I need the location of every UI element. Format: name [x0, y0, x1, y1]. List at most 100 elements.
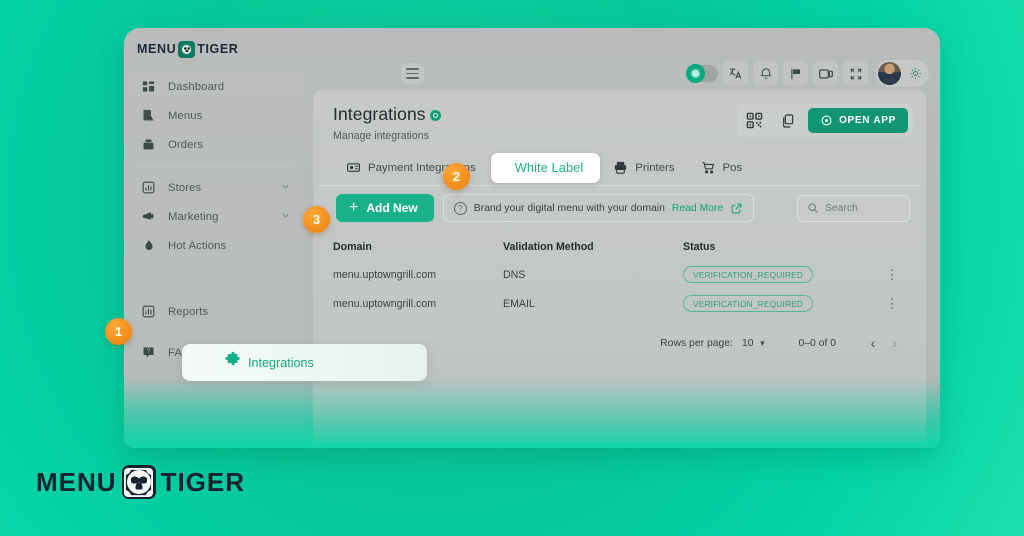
search-box[interactable]: [797, 194, 910, 222]
app-logo-word1: MENU: [137, 42, 177, 56]
tab-label: Printers: [635, 161, 675, 174]
eye-icon: [821, 115, 832, 126]
rows-per-page-select[interactable]: 10 ▼: [742, 338, 766, 349]
app-window: MENU TIGER Dashboard Menus Orders Stores…: [124, 28, 940, 448]
brand-word1: MENU: [36, 466, 117, 497]
tab-pos[interactable]: Pos: [688, 153, 756, 183]
sidebar-item-label: Dashboard: [168, 80, 225, 93]
sidebar-item-orders[interactable]: Orders: [124, 130, 305, 159]
table-row[interactable]: menu.uptowngrill.com EMAIL VERIFICATION_…: [333, 289, 912, 318]
cell-domain: menu.uptowngrill.com: [333, 268, 437, 281]
brand-word2: TIGER: [160, 466, 246, 497]
tablet-device-icon[interactable]: [813, 61, 838, 86]
tab-label: Pos: [722, 161, 743, 174]
domains-table: Domain Validation Method Status menu.upt…: [333, 234, 912, 318]
app-topbar: MENU TIGER: [124, 28, 940, 87]
sidebar-item-reports[interactable]: Reports: [124, 297, 305, 326]
copy-icon[interactable]: [775, 108, 800, 133]
expand-arrows-icon[interactable]: [843, 61, 868, 86]
plus-icon: +: [349, 199, 359, 216]
tab-printers[interactable]: Printers: [600, 153, 687, 183]
dashboard-icon: [140, 78, 157, 95]
avatar-icon: [878, 62, 901, 85]
column-header-validation-method: Validation Method: [503, 241, 594, 253]
search-icon: [807, 202, 819, 214]
hamburger-menu-icon[interactable]: [401, 63, 424, 84]
tiger-qr-icon: [178, 40, 196, 58]
tab-white-label[interactable]: White Label: [490, 152, 601, 183]
app-logo: MENU TIGER: [137, 38, 238, 60]
chevron-down-icon[interactable]: [280, 179, 291, 197]
chevron-down-icon[interactable]: [280, 208, 291, 226]
sidebar-item-label: Integrations: [248, 355, 314, 370]
rows-per-page-value: 10: [741, 337, 754, 349]
sidebar-item-label: Reports: [168, 305, 209, 318]
shopping-cart-icon: [701, 160, 716, 175]
cell-validation-method: EMAIL: [503, 297, 535, 310]
info-dot-icon[interactable]: [429, 110, 441, 121]
user-menu[interactable]: [876, 60, 929, 87]
kebab-menu-icon[interactable]: ⋮: [886, 296, 899, 311]
chevron-right-icon[interactable]: ›: [884, 335, 906, 351]
search-input[interactable]: [825, 202, 900, 214]
tab-bar: Payment Integrations White Label Printer…: [319, 150, 920, 186]
report-chart-icon: [140, 303, 157, 320]
topbar-actions: [686, 60, 929, 87]
menu-book-icon: [140, 107, 157, 124]
payment-card-icon: [346, 160, 361, 175]
page-header-actions: OPEN APP: [737, 104, 913, 137]
puzzle-piece-icon: [224, 351, 242, 374]
open-app-button[interactable]: OPEN APP: [808, 108, 908, 133]
main-content-card: Integrations Manage integrations OPEN AP…: [313, 90, 926, 442]
brand-note-text: Brand your digital menu with your domain: [473, 202, 665, 214]
column-header-status: Status: [683, 241, 716, 253]
page-header: Integrations Manage integrations OPEN AP…: [313, 90, 926, 150]
sidebar: Dashboard Menus Orders Stores Marketing …: [124, 72, 305, 448]
status-badge: VERIFICATION_REQUIRED: [683, 266, 814, 283]
svg-text:?: ?: [147, 348, 151, 355]
add-new-label: Add New: [366, 201, 418, 215]
tiger-qr-icon: [121, 465, 156, 499]
sidebar-item-label: Hot Actions: [168, 239, 227, 252]
question-mark-icon: ?: [453, 201, 467, 215]
gear-icon[interactable]: [905, 64, 925, 84]
column-header-domain: Domain: [333, 241, 372, 253]
bell-icon[interactable]: [753, 61, 778, 86]
store-chart-icon: [140, 179, 157, 196]
page-title-text: Integrations: [333, 104, 426, 124]
sidebar-item-label: Stores: [168, 181, 202, 194]
flame-icon: [140, 237, 157, 254]
tab-label: White Label: [514, 160, 584, 175]
sidebar-item-menus[interactable]: Menus: [124, 101, 305, 130]
sidebar-item-dashboard[interactable]: Dashboard: [124, 72, 305, 101]
sidebar-item-hot-actions[interactable]: Hot Actions: [124, 231, 305, 260]
caret-down-icon: ▼: [758, 338, 767, 348]
brand-domain-note: ? Brand your digital menu with your doma…: [442, 194, 755, 222]
step-badge-3: 3: [303, 206, 330, 233]
sidebar-item-label: Marketing: [168, 210, 219, 223]
status-badge: VERIFICATION_REQUIRED: [683, 295, 814, 312]
step-badge-1: 1: [105, 318, 132, 345]
sidebar-item-stores[interactable]: Stores: [124, 173, 305, 202]
read-more-link[interactable]: Read More: [672, 203, 723, 214]
theme-toggle[interactable]: [686, 64, 718, 83]
sidebar-item-integrations[interactable]: Integrations: [182, 344, 427, 381]
qr-code-icon[interactable]: [742, 108, 767, 133]
table-row[interactable]: menu.uptowngrill.com DNS VERIFICATION_RE…: [333, 260, 912, 289]
pagination-range: 0–0 of 0: [798, 337, 836, 349]
orders-box-icon: [140, 136, 157, 153]
rows-per-page-label: Rows per page:: [660, 337, 733, 349]
kebab-menu-icon[interactable]: ⋮: [886, 267, 899, 282]
faq-help-icon: ?: [140, 344, 157, 361]
external-link-icon[interactable]: [730, 202, 743, 215]
cell-validation-method: DNS: [503, 268, 526, 281]
translate-icon[interactable]: [723, 61, 748, 86]
sidebar-item-marketing[interactable]: Marketing: [124, 202, 305, 231]
flag-icon[interactable]: [783, 61, 808, 86]
step-badge-2: 2: [443, 163, 470, 190]
toolbar: + Add New ? Brand your digital menu with…: [313, 186, 926, 230]
brand-logo: MENU TIGER: [36, 465, 245, 499]
add-new-button[interactable]: + Add New: [336, 194, 434, 222]
megaphone-icon: [140, 208, 157, 225]
chevron-left-icon[interactable]: ‹: [862, 335, 884, 351]
